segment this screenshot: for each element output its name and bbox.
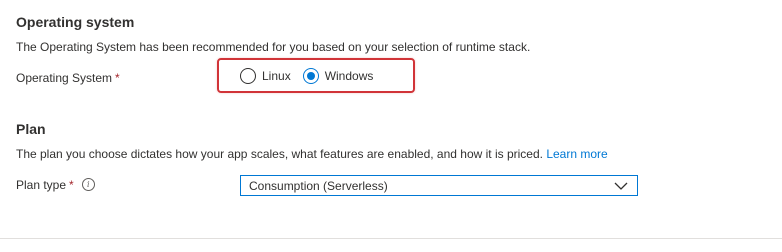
plan-type-selected-value: Consumption (Serverless) — [249, 178, 388, 193]
radio-linux-circle[interactable] — [240, 68, 256, 84]
radio-linux-label[interactable]: Linux — [262, 69, 291, 83]
learn-more-link[interactable]: Learn more — [546, 147, 607, 161]
required-asterisk: * — [115, 71, 120, 85]
plan-type-dropdown[interactable]: Consumption (Serverless) — [240, 175, 638, 196]
bottom-divider — [0, 238, 782, 239]
plan-section-title: Plan — [16, 121, 46, 137]
radio-windows[interactable]: Windows — [302, 68, 374, 84]
required-asterisk: * — [69, 178, 74, 192]
radio-windows-label[interactable]: Windows — [325, 69, 374, 83]
radio-linux[interactable]: Linux — [240, 68, 291, 84]
radio-windows-circle[interactable] — [302, 68, 319, 84]
plan-section-description: The plan you choose dictates how your ap… — [16, 147, 543, 161]
os-field-label-wrap: Operating System * — [16, 71, 120, 85]
os-radio-group: Linux Windows — [240, 67, 385, 85]
os-field-label: Operating System — [16, 71, 113, 85]
plan-type-label: Plan type — [16, 178, 67, 192]
os-section-description: The Operating System has been recommende… — [16, 40, 531, 54]
chevron-down-icon[interactable] — [609, 176, 633, 195]
plan-description-wrap: The plan you choose dictates how your ap… — [16, 147, 608, 161]
os-section-title: Operating system — [16, 14, 135, 30]
plan-field-label-wrap: Plan type * i — [16, 178, 95, 192]
info-icon[interactable]: i — [81, 178, 95, 192]
